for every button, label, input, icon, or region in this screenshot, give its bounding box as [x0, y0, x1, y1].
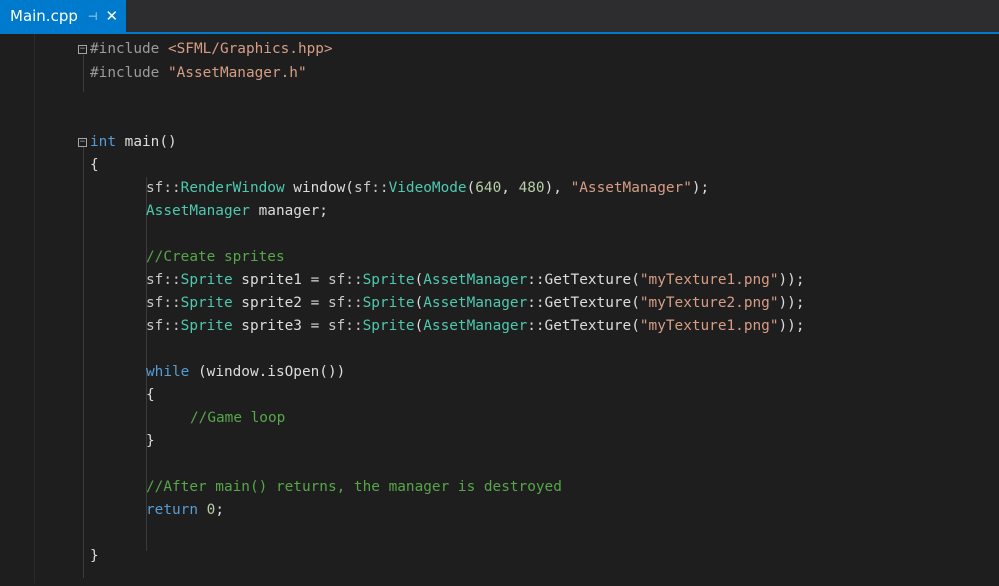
tab-filename: Main.cpp	[10, 7, 78, 25]
editor-tabstrip: Main.cpp ⊣ ✕	[0, 0, 999, 34]
code-line-inner-brace-close: }	[146, 433, 155, 449]
pin-icon[interactable]: ⊣	[88, 10, 98, 23]
code-line-while: while (window.isOpen())	[146, 364, 346, 380]
code-line-include-assetmanager: #include "AssetManager.h"	[90, 65, 307, 81]
code-line-sprite1: sf::Sprite sprite1 = sf::Sprite(AssetMan…	[146, 272, 805, 288]
code-text: #include <SFML/Graphics.hpp> #include "A…	[0, 34, 999, 583]
close-icon[interactable]: ✕	[105, 7, 118, 25]
code-line-inner-brace-open: {	[146, 387, 155, 403]
code-line-comment-create: //Create sprites	[146, 249, 285, 265]
code-editor[interactable]: − − #include <SFML/Graphics.hpp> #includ…	[0, 34, 999, 583]
code-line-comment-after: //After main() returns, the manager is d…	[146, 479, 562, 495]
code-line-manager: AssetManager manager;	[146, 203, 328, 219]
code-line-brace-close: }	[90, 548, 99, 564]
code-line-sprite2: sf::Sprite sprite2 = sf::Sprite(AssetMan…	[146, 295, 805, 311]
code-line-include-sfml: #include <SFML/Graphics.hpp>	[90, 41, 333, 57]
tab-main-cpp[interactable]: Main.cpp ⊣ ✕	[0, 0, 127, 32]
code-line-return: return 0;	[146, 502, 224, 518]
code-line-brace-open: {	[90, 157, 99, 173]
code-line-sprite3: sf::Sprite sprite3 = sf::Sprite(AssetMan…	[146, 318, 805, 334]
code-line-renderwindow: sf::RenderWindow window(sf::VideoMode(64…	[146, 180, 710, 196]
code-line-main: int main()	[90, 134, 177, 150]
code-line-comment-loop: //Game loop	[190, 410, 286, 426]
